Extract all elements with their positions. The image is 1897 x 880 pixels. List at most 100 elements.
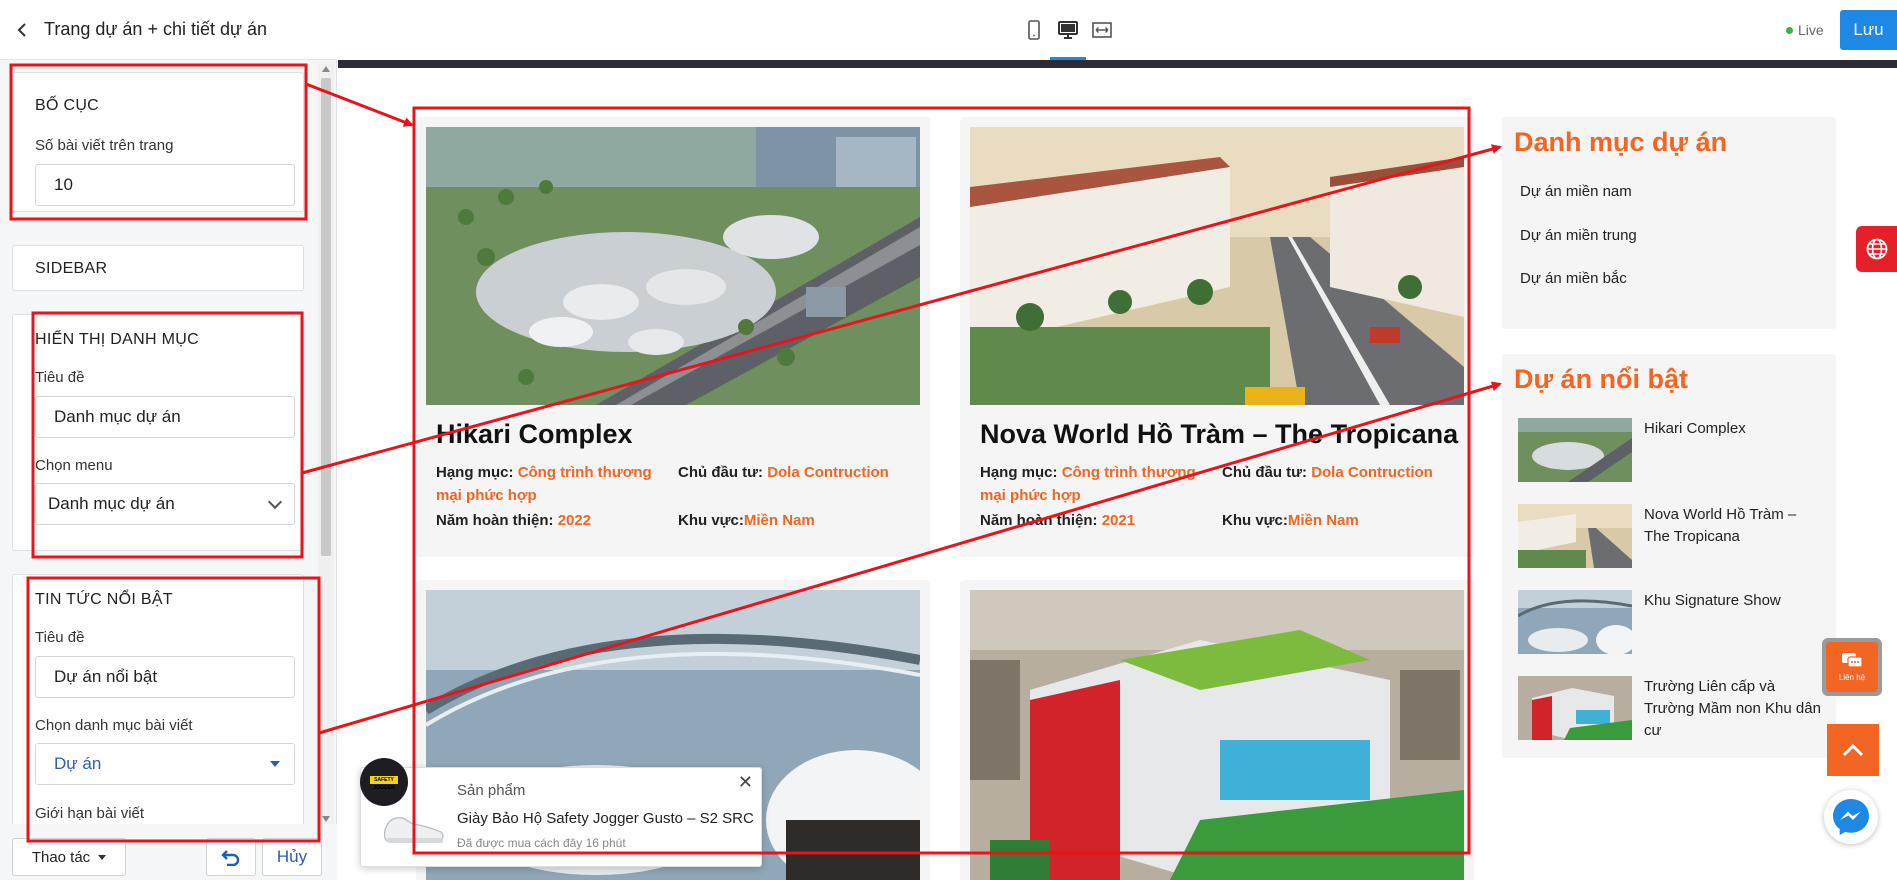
project-investor: Chủ đầu tư: Dola Contruction: [1222, 461, 1433, 484]
meta-label: Hạng mục:: [980, 464, 1058, 481]
chevron-left-icon: [17, 22, 26, 37]
brand-logo: SAFETY JOGGER: [370, 776, 398, 791]
posts-per-page-input[interactable]: 10: [35, 164, 295, 206]
panel-scroll-area: BỐ CỤC Số bài viết trên trang 10 SIDEBAR…: [0, 60, 337, 824]
meta-label: Chủ đầu tư:: [1222, 464, 1308, 481]
featured-thumbnail[interactable]: [1518, 418, 1632, 482]
scroll-down-arrow-icon[interactable]: [322, 816, 330, 822]
meta-value[interactable]: phức hợp: [1010, 487, 1081, 504]
project-card[interactable]: Hikari Complex Hạng mục: Công trình thươ…: [416, 117, 930, 557]
featured-item-title[interactable]: Nova World Hồ Tràm – The Tropicana: [1644, 504, 1824, 548]
project-card[interactable]: Nova World Hồ Tràm – The Tropicana Hạng …: [960, 117, 1474, 557]
meta-label: Hạng mục:: [436, 464, 514, 481]
popup-product-name[interactable]: Giày Bảo Hộ Safety Jogger Gusto – S2 SRC: [457, 810, 754, 827]
category-widget-title: Danh mục dự án: [1514, 127, 1728, 157]
contact-inner: Liên hệ: [1826, 642, 1878, 692]
choose-menu-label: Chọn menu: [35, 457, 113, 474]
site-preview: Hikari Complex Hạng mục: Công trình thươ…: [338, 60, 1897, 880]
scroll-up-arrow-icon[interactable]: [322, 66, 330, 72]
meta-label: Năm hoàn thiện:: [980, 512, 1098, 529]
messenger-icon: [1833, 799, 1869, 835]
save-button[interactable]: Lưu: [1840, 10, 1897, 50]
post-category-value: Dự án: [54, 754, 102, 773]
project-year: Năm hoàn thiện: 2021: [980, 509, 1135, 532]
brand-avatar: SAFETY JOGGER: [360, 758, 408, 806]
panel-title: Trang dự án + chi tiết dự án: [44, 19, 268, 39]
actions-dropdown-button[interactable]: Thao tác: [12, 838, 126, 876]
meta-label: Chủ đầu tư:: [678, 464, 764, 481]
category-title-input[interactable]: Danh mục dự án: [35, 396, 295, 438]
purchase-notification[interactable]: Sản phẩm Giày Bảo Hộ Safety Jogger Gusto…: [360, 767, 762, 867]
globe-icon: [1866, 238, 1887, 260]
panel-scrollbar[interactable]: [318, 64, 334, 824]
undo-button[interactable]: [206, 838, 256, 876]
chat-bubble-icon: [1842, 653, 1863, 668]
meta-value[interactable]: Miền Nam: [1288, 512, 1359, 529]
meta-label: Khu vực:: [1222, 512, 1288, 529]
back-button[interactable]: [0, 0, 44, 60]
layout-card-title: BỐ CỤC: [35, 97, 100, 114]
featured-widget: Dự án nổi bật Hikari Complex Nova World …: [1502, 354, 1836, 758]
live-status: Live: [1786, 22, 1824, 38]
featured-item-title[interactable]: Trường Liên cấp và Trường Mầm non Khu dâ…: [1644, 676, 1824, 742]
cancel-button[interactable]: Hủy: [262, 838, 322, 876]
menu-select[interactable]: Danh mục dự án: [35, 483, 295, 525]
meta-label: Khu vực:: [678, 512, 744, 529]
meta-value[interactable]: Dola Contruction: [1311, 464, 1433, 481]
category-display-card: HIỂN THỊ DANH MỤC Tiêu đề Danh mục dự án…: [12, 314, 304, 551]
post-category-label: Chọn danh mục bài viết: [35, 717, 193, 734]
header-strip: [338, 60, 1897, 68]
meta-value[interactable]: 2022: [558, 512, 591, 529]
shoe-product-image: [383, 817, 444, 843]
close-icon[interactable]: ✕: [738, 772, 753, 793]
featured-news-card: TIN TỨC NỔI BẬT Tiêu đề Dự án nổi bật Ch…: [12, 574, 304, 824]
meta-value[interactable]: Dola Contruction: [767, 464, 889, 481]
fullwidth-view-icon[interactable]: [1090, 18, 1114, 42]
top-toolbar: [338, 0, 1897, 60]
featured-thumbnail[interactable]: [1518, 590, 1632, 654]
featured-thumbnail[interactable]: [1518, 504, 1632, 568]
editor-panel: Trang dự án + chi tiết dự án BỐ CỤC Số b…: [0, 0, 337, 880]
chevron-up-icon: [1842, 743, 1864, 757]
project-region: Khu vực:Miền Nam: [678, 509, 815, 532]
undo-icon: [221, 850, 240, 866]
layout-card: BỐ CỤC Số bài viết trên trang 10: [12, 72, 304, 212]
chevron-down-icon: [267, 494, 283, 509]
project-title[interactable]: Hikari Complex: [436, 419, 633, 450]
meta-value[interactable]: phức hợp: [466, 487, 537, 504]
contact-label: Liên hệ: [1838, 673, 1866, 682]
category-title-label: Tiêu đề: [35, 369, 85, 386]
project-title[interactable]: Nova World Hồ Tràm – The Tropicana: [980, 419, 1458, 450]
mobile-view-icon[interactable]: [1022, 18, 1046, 42]
caret-down-icon: [270, 761, 280, 767]
meta-value[interactable]: Miền Nam: [744, 512, 815, 529]
language-button[interactable]: [1856, 226, 1897, 272]
post-category-select[interactable]: Dự án: [35, 743, 295, 785]
panel-header: Trang dự án + chi tiết dự án: [0, 0, 337, 60]
featured-item-title[interactable]: Hikari Complex: [1644, 418, 1824, 440]
featured-title-input[interactable]: Dự án nổi bật: [35, 656, 295, 698]
category-link[interactable]: Dự án miền trung: [1520, 227, 1637, 244]
project-image[interactable]: [426, 127, 920, 405]
actions-label: Thao tác: [31, 848, 91, 866]
project-image[interactable]: [970, 127, 1464, 405]
featured-item-title[interactable]: Khu Signature Show: [1644, 590, 1824, 612]
live-dot-icon: [1786, 26, 1793, 34]
category-link[interactable]: Dự án miền bắc: [1520, 270, 1627, 287]
project-image[interactable]: [970, 590, 1464, 880]
sidebar-card[interactable]: SIDEBAR: [12, 245, 304, 291]
desktop-view-icon[interactable]: [1056, 18, 1080, 42]
featured-thumbnail[interactable]: [1518, 676, 1632, 740]
menu-select-value: Danh mục dự án: [48, 494, 175, 513]
category-link[interactable]: Dự án miền nam: [1520, 183, 1632, 200]
post-limit-label: Giới hạn bài viết: [35, 805, 145, 822]
contact-button[interactable]: Liên hệ: [1822, 638, 1882, 696]
sidebar-card-title: SIDEBAR: [35, 260, 108, 277]
meta-value[interactable]: 2021: [1102, 512, 1135, 529]
scrollbar-thumb[interactable]: [321, 78, 331, 556]
popup-time: Đã được mua cách đây 16 phút: [457, 836, 626, 850]
scroll-to-top-button[interactable]: [1827, 724, 1879, 776]
project-card[interactable]: [960, 580, 1474, 880]
project-category: Hạng mục: Công trình thương mại phức hợp: [980, 461, 1210, 507]
messenger-button[interactable]: [1824, 790, 1878, 844]
